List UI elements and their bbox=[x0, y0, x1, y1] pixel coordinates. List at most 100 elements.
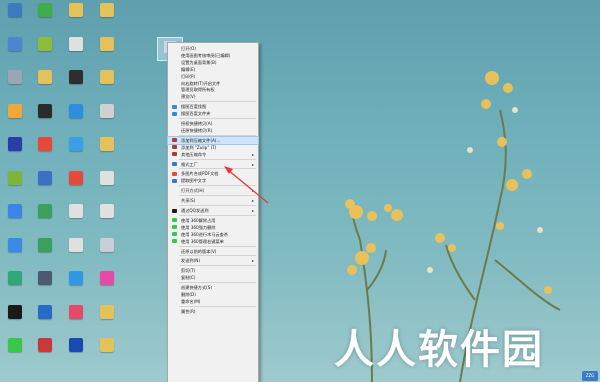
desktop-icon[interactable] bbox=[32, 237, 58, 264]
context-menu-item[interactable]: 预览(V) bbox=[168, 93, 258, 100]
menu-item-icon bbox=[172, 208, 177, 213]
context-menu-item[interactable]: 共享(S) ▸ bbox=[168, 197, 258, 204]
app-icon bbox=[38, 36, 52, 51]
menu-separator bbox=[179, 118, 256, 119]
menu-separator bbox=[179, 214, 256, 216]
app-icon bbox=[38, 304, 52, 319]
desktop-icon[interactable] bbox=[2, 103, 28, 130]
desktop-icon[interactable] bbox=[2, 137, 28, 163]
desktop-icon[interactable] bbox=[63, 271, 89, 297]
desktop-icon[interactable] bbox=[32, 137, 58, 163]
menu-item-icon bbox=[172, 239, 177, 244]
submenu-arrow-icon: ▸ bbox=[251, 188, 254, 194]
app-icon bbox=[38, 338, 52, 352]
context-menu-item[interactable]: 重命名(M) bbox=[168, 298, 258, 305]
context-menu-item[interactable]: 打开方式(H) ▸ bbox=[168, 187, 258, 194]
app-icon bbox=[69, 304, 83, 319]
desktop-icon[interactable] bbox=[32, 338, 58, 364]
app-icon bbox=[8, 137, 22, 151]
desktop-icon[interactable] bbox=[32, 36, 58, 63]
app-icon bbox=[8, 170, 22, 185]
desktop-icon[interactable] bbox=[94, 70, 120, 96]
desktop-icon[interactable] bbox=[63, 103, 89, 130]
menu-separator bbox=[179, 185, 256, 187]
desktop-icon[interactable] bbox=[2, 3, 28, 29]
desktop-icon[interactable] bbox=[2, 304, 28, 331]
context-menu-item[interactable]: 通过QQ发送到 ▸ bbox=[168, 207, 258, 214]
desktop-icon[interactable] bbox=[94, 103, 120, 130]
desktop-icon[interactable] bbox=[94, 204, 120, 230]
menu-item-label: 复制(C) bbox=[181, 275, 196, 281]
desktop-icon[interactable] bbox=[94, 170, 120, 197]
app-icon bbox=[69, 338, 83, 352]
menu-separator bbox=[179, 168, 256, 170]
desktop-icon[interactable] bbox=[2, 70, 28, 96]
app-icon bbox=[69, 137, 83, 151]
desktop-icon[interactable] bbox=[94, 271, 120, 297]
app-icon bbox=[8, 103, 22, 118]
desktop-icon[interactable] bbox=[63, 304, 89, 331]
desktop-icon[interactable] bbox=[2, 170, 28, 197]
context-menu-item[interactable]: 还原以前的版本(V) bbox=[168, 248, 258, 255]
desktop-icon[interactable] bbox=[32, 304, 58, 331]
context-menu-item[interactable]: 其他压缩命令 ▸ bbox=[168, 151, 258, 158]
desktop-icon[interactable] bbox=[63, 204, 89, 230]
desktop-icon[interactable] bbox=[2, 338, 28, 364]
app-icon bbox=[8, 3, 22, 17]
menu-item-icon bbox=[172, 111, 177, 116]
desktop-icon[interactable] bbox=[94, 237, 120, 264]
desktop-icon[interactable] bbox=[32, 271, 58, 297]
app-icon bbox=[100, 271, 114, 285]
menu-item-icon bbox=[172, 232, 177, 237]
menu-separator bbox=[179, 265, 256, 267]
desktop-icon[interactable] bbox=[32, 103, 58, 130]
menu-item-icon bbox=[172, 104, 177, 109]
app-icon bbox=[38, 170, 52, 185]
desktop-icon[interactable] bbox=[94, 3, 120, 29]
desktop-icon[interactable] bbox=[2, 36, 28, 63]
menu-separator bbox=[179, 245, 256, 247]
submenu-arrow-icon: ▸ bbox=[251, 258, 254, 264]
app-icon bbox=[69, 204, 83, 218]
desktop-icon[interactable] bbox=[94, 304, 120, 331]
context-menu-item[interactable]: 属性(R) bbox=[168, 308, 258, 315]
context-menu-item[interactable]: 发送到(N) ▸ bbox=[168, 257, 258, 264]
app-icon bbox=[38, 3, 52, 17]
desktop-icon[interactable] bbox=[2, 204, 28, 230]
desktop-icon[interactable] bbox=[94, 36, 120, 63]
app-icon bbox=[38, 271, 52, 285]
app-icon bbox=[100, 237, 114, 252]
menu-item-icon bbox=[172, 138, 177, 143]
app-icon bbox=[100, 3, 114, 17]
menu-separator bbox=[179, 255, 256, 257]
desktop-icon[interactable] bbox=[63, 36, 89, 63]
app-icon bbox=[69, 3, 83, 17]
desktop-icon[interactable] bbox=[2, 271, 28, 297]
desktop-icon[interactable] bbox=[63, 170, 89, 197]
taskbar-notification[interactable]: ZZG bbox=[582, 371, 598, 381]
desktop-icon[interactable] bbox=[63, 3, 89, 29]
menu-item-icon bbox=[172, 218, 177, 223]
context-menu-item[interactable]: 复制(C) bbox=[168, 274, 258, 281]
context-menu-item[interactable]: 格式工厂 ▸ bbox=[168, 161, 258, 168]
desktop-icon[interactable] bbox=[63, 70, 89, 96]
desktop-icon[interactable] bbox=[32, 3, 58, 29]
desktop-icon[interactable] bbox=[63, 338, 89, 364]
desktop-icon[interactable] bbox=[94, 137, 120, 163]
context-menu-item[interactable]: 还原快捷拷贝(R) bbox=[168, 127, 258, 134]
desktop-icon[interactable] bbox=[32, 204, 58, 230]
menu-item-label: 发送到(N) bbox=[181, 258, 200, 264]
menu-separator bbox=[179, 205, 256, 206]
desktop-icon[interactable] bbox=[63, 237, 89, 264]
menu-item-label: 搜图百度文件夹 bbox=[181, 111, 211, 117]
desktop-icon[interactable] bbox=[94, 338, 120, 364]
context-menu-item[interactable]: 提取图中文字 bbox=[168, 177, 258, 184]
desktop-icon[interactable] bbox=[32, 70, 58, 96]
context-menu-item[interactable]: 使用 360管理右键菜单 bbox=[168, 238, 258, 245]
desktop-icon[interactable] bbox=[32, 170, 58, 197]
desktop-icon[interactable] bbox=[63, 137, 89, 163]
menu-separator bbox=[179, 282, 256, 284]
app-icon bbox=[38, 237, 52, 252]
desktop-icon[interactable] bbox=[2, 237, 28, 264]
context-menu-item[interactable]: 搜图百度文件夹 bbox=[168, 110, 258, 117]
